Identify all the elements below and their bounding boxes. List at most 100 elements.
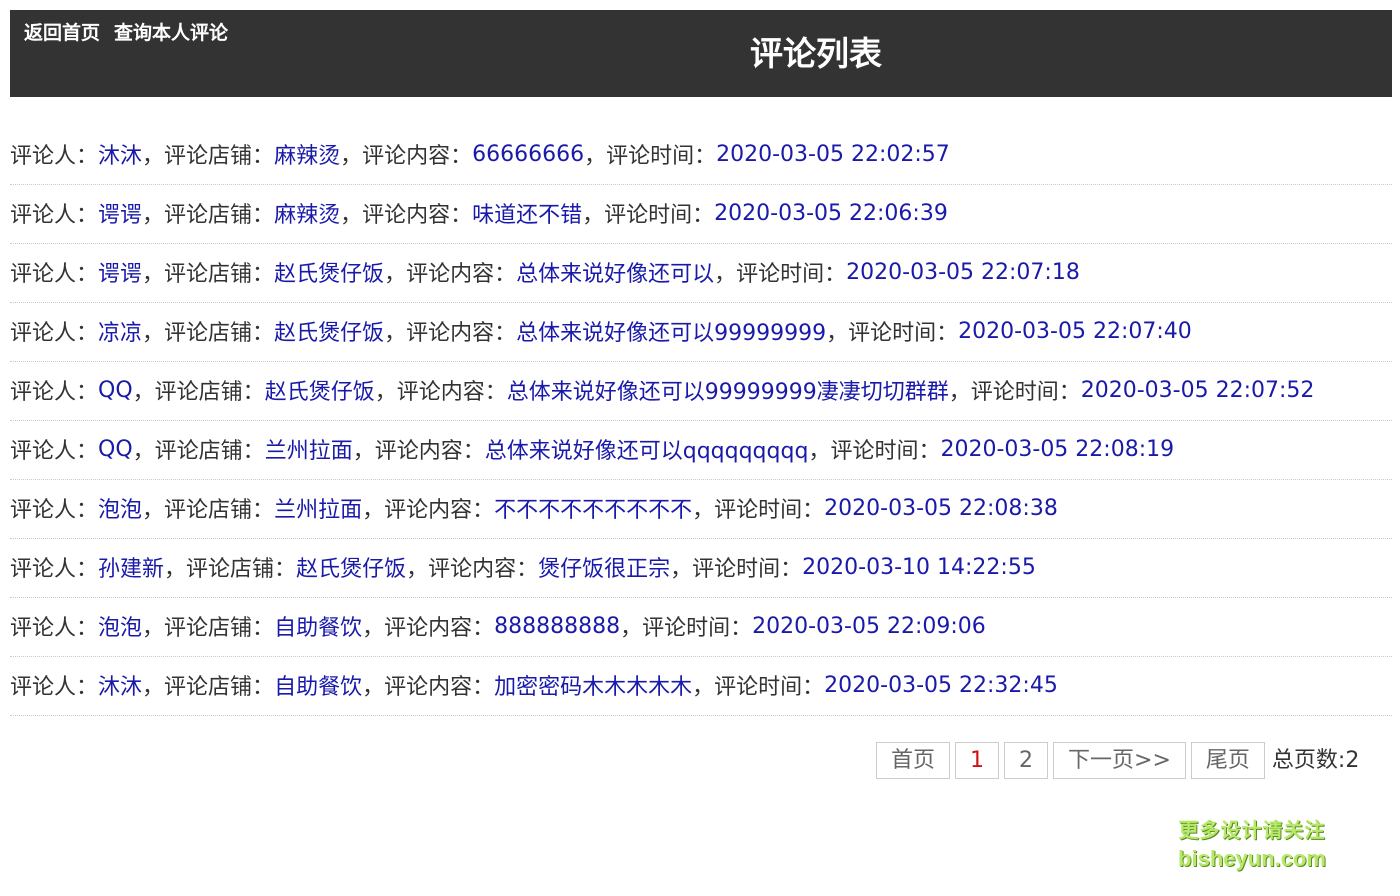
content-label: 评论内容： — [374, 439, 485, 464]
time-label: 评论时间： — [642, 616, 753, 641]
shop-name[interactable]: 赵氏煲仔饭 — [274, 256, 384, 288]
shop-label: 评论店铺： — [164, 203, 275, 228]
comment-row: 评论人： 谔谔，评论店铺： 麻辣烫，评论内容： 味道还不错，评论时间： 2020-03-… — [10, 185, 1392, 244]
comment-time[interactable]: 2020-03-05 22:07:52 — [1081, 378, 1315, 403]
comment-time[interactable]: 2020-03-05 22:02:57 — [716, 142, 950, 167]
separator: ， — [620, 616, 643, 641]
separator: ， — [142, 675, 165, 700]
separator: ， — [362, 616, 385, 641]
shop-name[interactable]: 兰州拉面 — [274, 492, 362, 524]
content-label: 评论内容： — [406, 262, 517, 287]
shop-name[interactable]: 赵氏煲仔饭 — [274, 315, 384, 347]
separator: ， — [692, 498, 715, 523]
total-pages: 总页数:2 — [1271, 747, 1360, 773]
content-label: 评论内容： — [406, 321, 517, 346]
page-title: 评论列表 — [750, 34, 882, 73]
comment-time[interactable]: 2020-03-05 22:32:45 — [824, 673, 1058, 698]
separator: ， — [142, 321, 165, 346]
separator: ， — [132, 439, 155, 464]
separator: ， — [582, 203, 605, 228]
shop-label: 评论店铺： — [186, 557, 297, 582]
separator: ， — [142, 498, 165, 523]
separator: ， — [164, 557, 187, 582]
content-label: 评论内容： — [428, 557, 539, 582]
shop-name[interactable]: 麻辣烫 — [274, 197, 340, 229]
comment-row: 评论人： 谔谔，评论店铺： 赵氏煲仔饭，评论内容： 总体来说好像还可以，评论时间： 20… — [10, 244, 1392, 303]
commenter-name[interactable]: 孙建新 — [98, 551, 164, 583]
separator: ， — [384, 262, 407, 287]
shop-name[interactable]: 麻辣烫 — [274, 138, 340, 170]
comment-row: 评论人： 孙建新，评论店铺： 赵氏煲仔饭，评论内容： 煲仔饭很正宗，评论时间： 2020… — [10, 539, 1392, 598]
first-page-button[interactable]: 首页 — [876, 742, 951, 779]
last-page-button[interactable]: 尾页 — [1190, 742, 1265, 779]
time-label: 评论时间： — [604, 203, 715, 228]
separator: ， — [808, 439, 831, 464]
comment-time[interactable]: 2020-03-10 14:22:55 — [802, 555, 1036, 580]
commenter-name[interactable]: 谔谔 — [98, 197, 142, 229]
comment-row: 评论人： 沐沐，评论店铺： 自助餐饮，评论内容： 加密密码木木木木木，评论时间： 202… — [10, 657, 1392, 716]
comment-content[interactable]: 煲仔饭很正宗 — [538, 551, 670, 583]
separator: ， — [948, 380, 971, 405]
comment-time[interactable]: 2020-03-05 22:08:38 — [824, 496, 1058, 521]
commenter-name[interactable]: QQ — [98, 437, 133, 462]
pagination: 首页 1 2 下一页>> 尾页 总页数:2 — [876, 742, 1359, 779]
separator: ， — [142, 262, 165, 287]
comment-content[interactable]: 味道还不错 — [472, 197, 582, 229]
watermark-line1: 更多设计请关注 — [1178, 820, 1326, 842]
shop-name[interactable]: 自助餐饮 — [274, 610, 362, 642]
comment-time[interactable]: 2020-03-05 22:07:18 — [846, 260, 1080, 285]
commenter-label: 评论人： — [10, 380, 99, 405]
content-label: 评论内容： — [384, 616, 495, 641]
shop-name[interactable]: 兰州拉面 — [265, 433, 353, 465]
comment-time[interactable]: 2020-03-05 22:09:06 — [752, 614, 986, 639]
comment-content[interactable]: 66666666 — [472, 142, 584, 167]
separator: ， — [142, 144, 165, 169]
separator: ， — [670, 557, 693, 582]
comment-time[interactable]: 2020-03-05 22:06:39 — [714, 201, 948, 226]
commenter-label: 评论人： — [10, 675, 99, 700]
comment-content[interactable]: 总体来说好像还可以 — [516, 256, 714, 288]
next-page-button[interactable]: 下一页>> — [1053, 742, 1186, 779]
commenter-name[interactable]: 凉凉 — [98, 315, 142, 347]
shop-label: 评论店铺： — [164, 498, 275, 523]
comment-content[interactable]: 不不不不不不不不不 — [494, 492, 692, 524]
separator: ， — [826, 321, 849, 346]
commenter-name[interactable]: 谔谔 — [98, 256, 142, 288]
time-label: 评论时间： — [848, 321, 959, 346]
comment-content[interactable]: 总体来说好像还可以99999999凄凄切切群群 — [507, 374, 949, 406]
page-1-button[interactable]: 1 — [955, 742, 1000, 779]
watermark: 更多设计请关注 bisheyun.com — [1172, 818, 1332, 872]
content-label: 评论内容： — [362, 144, 473, 169]
header-bar: 返回首页 查询本人评论 评论列表 — [10, 10, 1392, 97]
separator: ， — [340, 203, 363, 228]
commenter-name[interactable]: QQ — [98, 378, 133, 403]
comment-content[interactable]: 888888888 — [494, 614, 620, 639]
commenter-label: 评论人： — [10, 203, 99, 228]
commenter-label: 评论人： — [10, 498, 99, 523]
commenter-label: 评论人： — [10, 557, 99, 582]
shop-name[interactable]: 赵氏煲仔饭 — [296, 551, 406, 583]
time-label: 评论时间： — [970, 380, 1081, 405]
commenter-name[interactable]: 泡泡 — [98, 610, 142, 642]
commenter-label: 评论人： — [10, 144, 99, 169]
content-label: 评论内容： — [384, 675, 495, 700]
commenter-name[interactable]: 泡泡 — [98, 492, 142, 524]
comment-content[interactable]: 加密密码木木木木木 — [494, 669, 692, 701]
separator: ， — [374, 380, 397, 405]
watermark-line2: bisheyun.com — [1178, 846, 1326, 871]
shop-label: 评论店铺： — [164, 616, 275, 641]
comment-content[interactable]: 总体来说好像还可以qqqqqqqqq — [485, 433, 809, 465]
comment-time[interactable]: 2020-03-05 22:08:19 — [940, 437, 1174, 462]
shop-name[interactable]: 赵氏煲仔饭 — [265, 374, 375, 406]
separator: ， — [584, 144, 607, 169]
shop-name[interactable]: 自助餐饮 — [274, 669, 362, 701]
comment-content[interactable]: 总体来说好像还可以99999999 — [516, 315, 826, 347]
separator: ， — [352, 439, 375, 464]
comment-time[interactable]: 2020-03-05 22:07:40 — [958, 319, 1192, 344]
commenter-name[interactable]: 沐沐 — [98, 669, 142, 701]
commenter-name[interactable]: 沐沐 — [98, 138, 142, 170]
commenter-label: 评论人： — [10, 616, 99, 641]
page-2-button[interactable]: 2 — [1004, 742, 1049, 779]
separator: ， — [692, 675, 715, 700]
time-label: 评论时间： — [714, 498, 825, 523]
